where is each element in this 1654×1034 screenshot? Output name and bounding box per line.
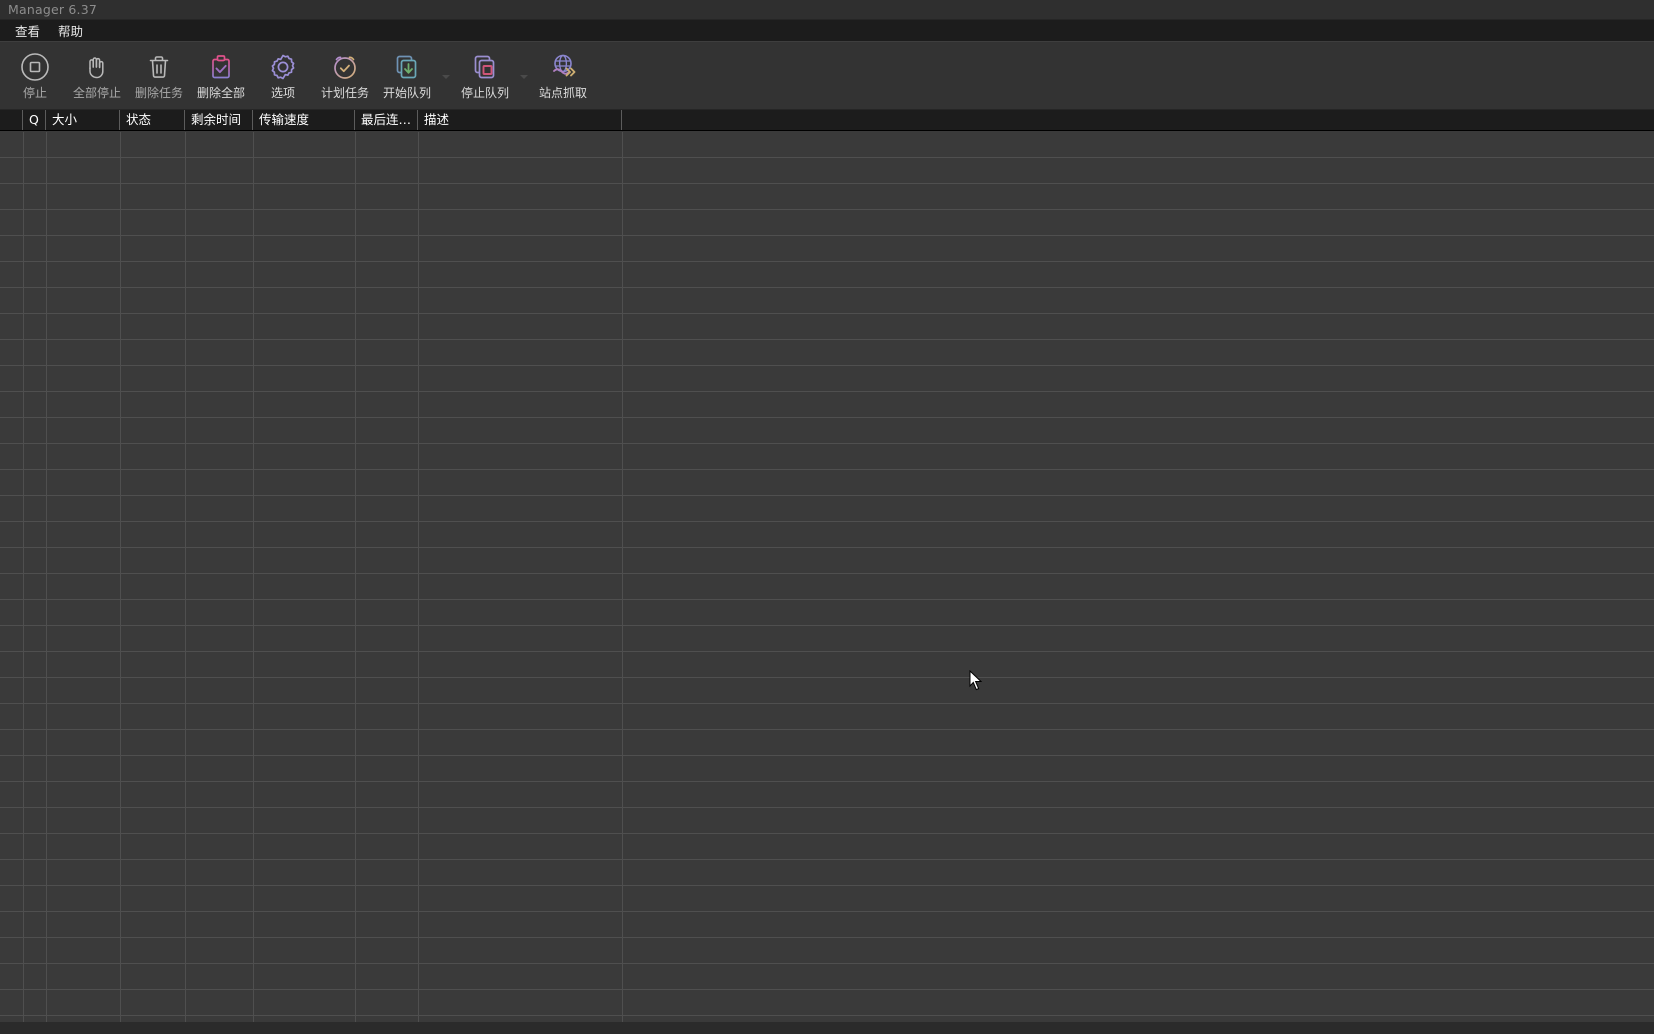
column-divider-2 <box>46 132 47 1022</box>
row-gridlines <box>0 132 1654 1022</box>
window-title: Manager 6.37 <box>8 2 97 17</box>
chevron-down-icon <box>520 75 528 79</box>
stop-all-button-label: 全部停止 <box>72 86 121 100</box>
column-status-flag[interactable] <box>0 110 23 130</box>
column-divider-7 <box>418 132 419 1022</box>
stop-queue-button-label: 停止队列 <box>460 86 509 100</box>
delete-all-button[interactable]: 删除全部 <box>190 46 252 106</box>
download-list: Q 大小 状态 剩余时间 传输速度 最后连… 描述 <box>0 110 1654 1022</box>
menubar: 查看 帮助 <box>0 20 1654 42</box>
scheduler-button-label: 计划任务 <box>320 86 369 100</box>
menu-help[interactable]: 帮助 <box>49 19 92 42</box>
gear-icon <box>265 49 301 85</box>
alarm-clock-icon <box>327 49 363 85</box>
delete-task-button-label: 删除任务 <box>134 86 183 100</box>
menu-view[interactable]: 查看 <box>6 19 49 42</box>
stop-queue-button[interactable]: 停止队列 <box>454 46 516 106</box>
stop-queue-icon <box>467 49 503 85</box>
delete-task-button[interactable]: 删除任务 <box>128 46 190 106</box>
delete-all-button-label: 删除全部 <box>196 86 245 100</box>
column-divider-5 <box>253 132 254 1022</box>
options-button[interactable]: 选项 <box>252 46 314 106</box>
start-queue-icon <box>389 49 425 85</box>
site-grabber-button[interactable]: 站点抓取 <box>532 46 594 106</box>
main-toolbar: 停止 全部停止 删除任务 删除全部 选项 计划任务 开始队列 停止队列 站点抓取 <box>0 42 1654 110</box>
trash-icon <box>141 49 177 85</box>
hand-stop-icon <box>79 49 115 85</box>
chevron-down-icon <box>442 75 450 79</box>
column-header-filler <box>622 110 1654 130</box>
column-divider-3 <box>120 132 121 1022</box>
column-queue[interactable]: Q <box>23 110 46 130</box>
stop-button[interactable]: 停止 <box>4 46 66 106</box>
column-time-left[interactable]: 剩余时间 <box>185 110 253 130</box>
options-button-label: 选项 <box>270 86 295 100</box>
site-grabber-button-label: 站点抓取 <box>538 86 587 100</box>
download-list-header: Q 大小 状态 剩余时间 传输速度 最后连… 描述 <box>0 110 1654 131</box>
column-size[interactable]: 大小 <box>46 110 120 130</box>
stop-queue-dropdown-arrow[interactable] <box>516 46 532 106</box>
start-queue-button[interactable]: 开始队列 <box>376 46 438 106</box>
column-divider-8 <box>622 132 623 1022</box>
column-divider-6 <box>355 132 356 1022</box>
download-list-body[interactable] <box>0 132 1654 1022</box>
column-last-try[interactable]: 最后连… <box>355 110 418 130</box>
delete-all-icon <box>203 49 239 85</box>
column-divider-4 <box>185 132 186 1022</box>
stop-all-button[interactable]: 全部停止 <box>66 46 128 106</box>
stop-icon <box>17 49 53 85</box>
column-transfer-rate[interactable]: 传输速度 <box>253 110 355 130</box>
start-queue-button-label: 开始队列 <box>382 86 431 100</box>
site-grabber-icon <box>545 49 581 85</box>
scheduler-button[interactable]: 计划任务 <box>314 46 376 106</box>
column-state[interactable]: 状态 <box>120 110 185 130</box>
stop-button-label: 停止 <box>22 86 47 100</box>
column-divider-1 <box>23 132 24 1022</box>
start-queue-dropdown-arrow[interactable] <box>438 46 454 106</box>
window-titlebar: Manager 6.37 <box>0 0 1654 20</box>
column-description[interactable]: 描述 <box>418 110 622 130</box>
